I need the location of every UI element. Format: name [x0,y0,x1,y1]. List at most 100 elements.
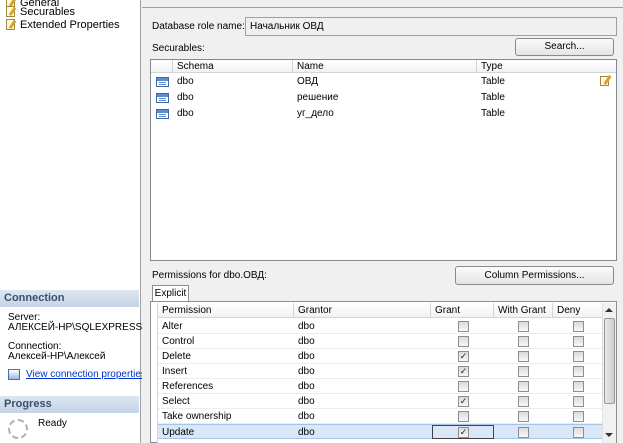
scroll-down-arrow-icon[interactable] [605,433,613,437]
grantor-cell: dbo [298,351,315,362]
grantor-cell: dbo [298,427,315,438]
schema-cell: dbo [177,108,194,119]
type-cell: Table [481,92,505,103]
with-grant-checkbox[interactable] [518,396,529,407]
column-header-schema[interactable]: Schema [173,60,293,73]
type-cell: Table [481,76,505,87]
role-name-field[interactable]: Начальник ОВД [245,17,617,36]
with-grant-checkbox[interactable] [518,381,529,392]
schema-cell: dbo [177,92,194,103]
role-properties-main: Database role name: Начальник ОВД Secura… [142,0,623,443]
permission-row[interactable]: Update dbo ✓ [158,424,603,439]
schema-cell: dbo [177,76,194,87]
grant-checkbox[interactable] [458,411,469,422]
permission-cell: Control [162,336,195,347]
name-cell: решение [297,92,339,103]
page-item-extended-properties[interactable]: Extended Properties [5,18,120,31]
progress-status: Ready [38,418,67,429]
grant-checkbox[interactable] [458,336,469,347]
deny-checkbox[interactable] [573,381,584,392]
name-cell: уг_дело [297,108,334,119]
permissions-scrollbar[interactable] [602,303,616,443]
column-header-grant[interactable]: Grant [431,303,494,318]
grid-corner [151,60,173,73]
progress-spinner-icon [8,419,28,439]
page-item-label: Securables [20,5,76,18]
permission-row[interactable]: References dbo [158,379,603,394]
securables-label: Securables: [152,43,205,54]
permission-cell: Update [162,427,195,438]
connection-properties-icon [8,369,20,380]
scroll-up-arrow-icon[interactable] [605,308,613,312]
connection-header: Connection [0,290,139,307]
deny-checkbox[interactable] [573,396,584,407]
securable-row[interactable]: dbo уг_дело Table [151,106,616,122]
page-item-label: Extended Properties [20,18,120,31]
column-permissions-button[interactable]: Column Permissions... [455,266,614,285]
permission-cell: References [162,381,214,392]
column-header-deny[interactable]: Deny [553,303,603,318]
select-page-pane: General Securables Extended Properties C… [0,0,146,443]
permission-cell: Insert [162,366,188,377]
permissions-panel: Permission Grantor Grant With Grant Deny… [150,301,617,443]
permission-cell: Delete [162,351,191,362]
permission-cell: Select [162,396,190,407]
grant-checkbox[interactable]: ✓ [458,396,469,407]
grant-checkbox[interactable] [458,321,469,332]
view-connection-properties-link[interactable]: View connection properties [26,369,146,381]
with-grant-checkbox[interactable] [518,411,529,422]
tab-explicit[interactable]: Explicit [152,285,189,302]
table-icon [156,93,169,103]
permissions-label: Permissions for dbo.ОВД: [152,270,267,281]
permission-row[interactable]: Insert dbo ✓ [158,364,603,379]
permission-row[interactable]: Select dbo ✓ [158,394,603,409]
with-grant-checkbox[interactable] [518,366,529,377]
search-button[interactable]: Search... [515,38,614,56]
deny-checkbox[interactable] [573,336,584,347]
edit-icon [600,75,612,87]
column-header-name[interactable]: Name [293,60,477,73]
permission-cell: Take ownership [162,411,232,422]
column-header-grantor[interactable]: Grantor [294,303,431,318]
column-header-type[interactable]: Type [477,60,616,73]
grant-checkbox[interactable]: ✓ [458,366,469,377]
permission-row[interactable]: Take ownership dbo [158,409,603,424]
with-grant-checkbox[interactable] [518,336,529,347]
role-name-label: Database role name: [152,21,245,32]
grantor-cell: dbo [298,381,315,392]
grantor-cell: dbo [298,366,315,377]
scroll-thumb[interactable] [604,318,615,404]
table-icon [156,77,169,87]
permissions-grid: Permission Grantor Grant With Grant Deny… [157,303,603,443]
deny-checkbox[interactable] [573,351,584,362]
deny-checkbox[interactable] [573,321,584,332]
grantor-cell: dbo [298,336,315,347]
progress-header: Progress [0,396,139,413]
with-grant-checkbox[interactable] [518,351,529,362]
grant-checkbox[interactable]: ✓ [458,351,469,362]
table-icon [156,109,169,119]
permission-row[interactable]: Control dbo [158,334,603,349]
column-header-permission[interactable]: Permission [158,303,294,318]
column-header-with-grant[interactable]: With Grant [494,303,553,318]
page-item-securables[interactable]: Securables [5,5,75,18]
securables-grid: Schema Name Type dbo ОВД Table dbo решен… [150,59,617,261]
with-grant-checkbox[interactable] [518,427,529,438]
grant-checkbox[interactable]: ✓ [458,427,469,438]
server-value: АЛЕКСЕЙ-HP\SQLEXPRESS [8,322,143,333]
securable-row[interactable]: dbo ОВД Table [151,74,616,90]
permission-row[interactable]: Delete dbo ✓ [158,349,603,364]
deny-checkbox[interactable] [573,366,584,377]
connection-value: Алексей-HP\Алексей [8,351,106,362]
name-cell: ОВД [297,76,319,87]
deny-checkbox[interactable] [573,427,584,438]
securable-row[interactable]: dbo решение Table [151,90,616,106]
grantor-cell: dbo [298,321,315,332]
deny-checkbox[interactable] [573,411,584,422]
type-cell: Table [481,108,505,119]
toolbar [142,0,623,8]
with-grant-checkbox[interactable] [518,321,529,332]
page-icon [5,6,17,17]
permission-row[interactable]: Alter dbo [158,319,603,334]
grant-checkbox[interactable] [458,381,469,392]
